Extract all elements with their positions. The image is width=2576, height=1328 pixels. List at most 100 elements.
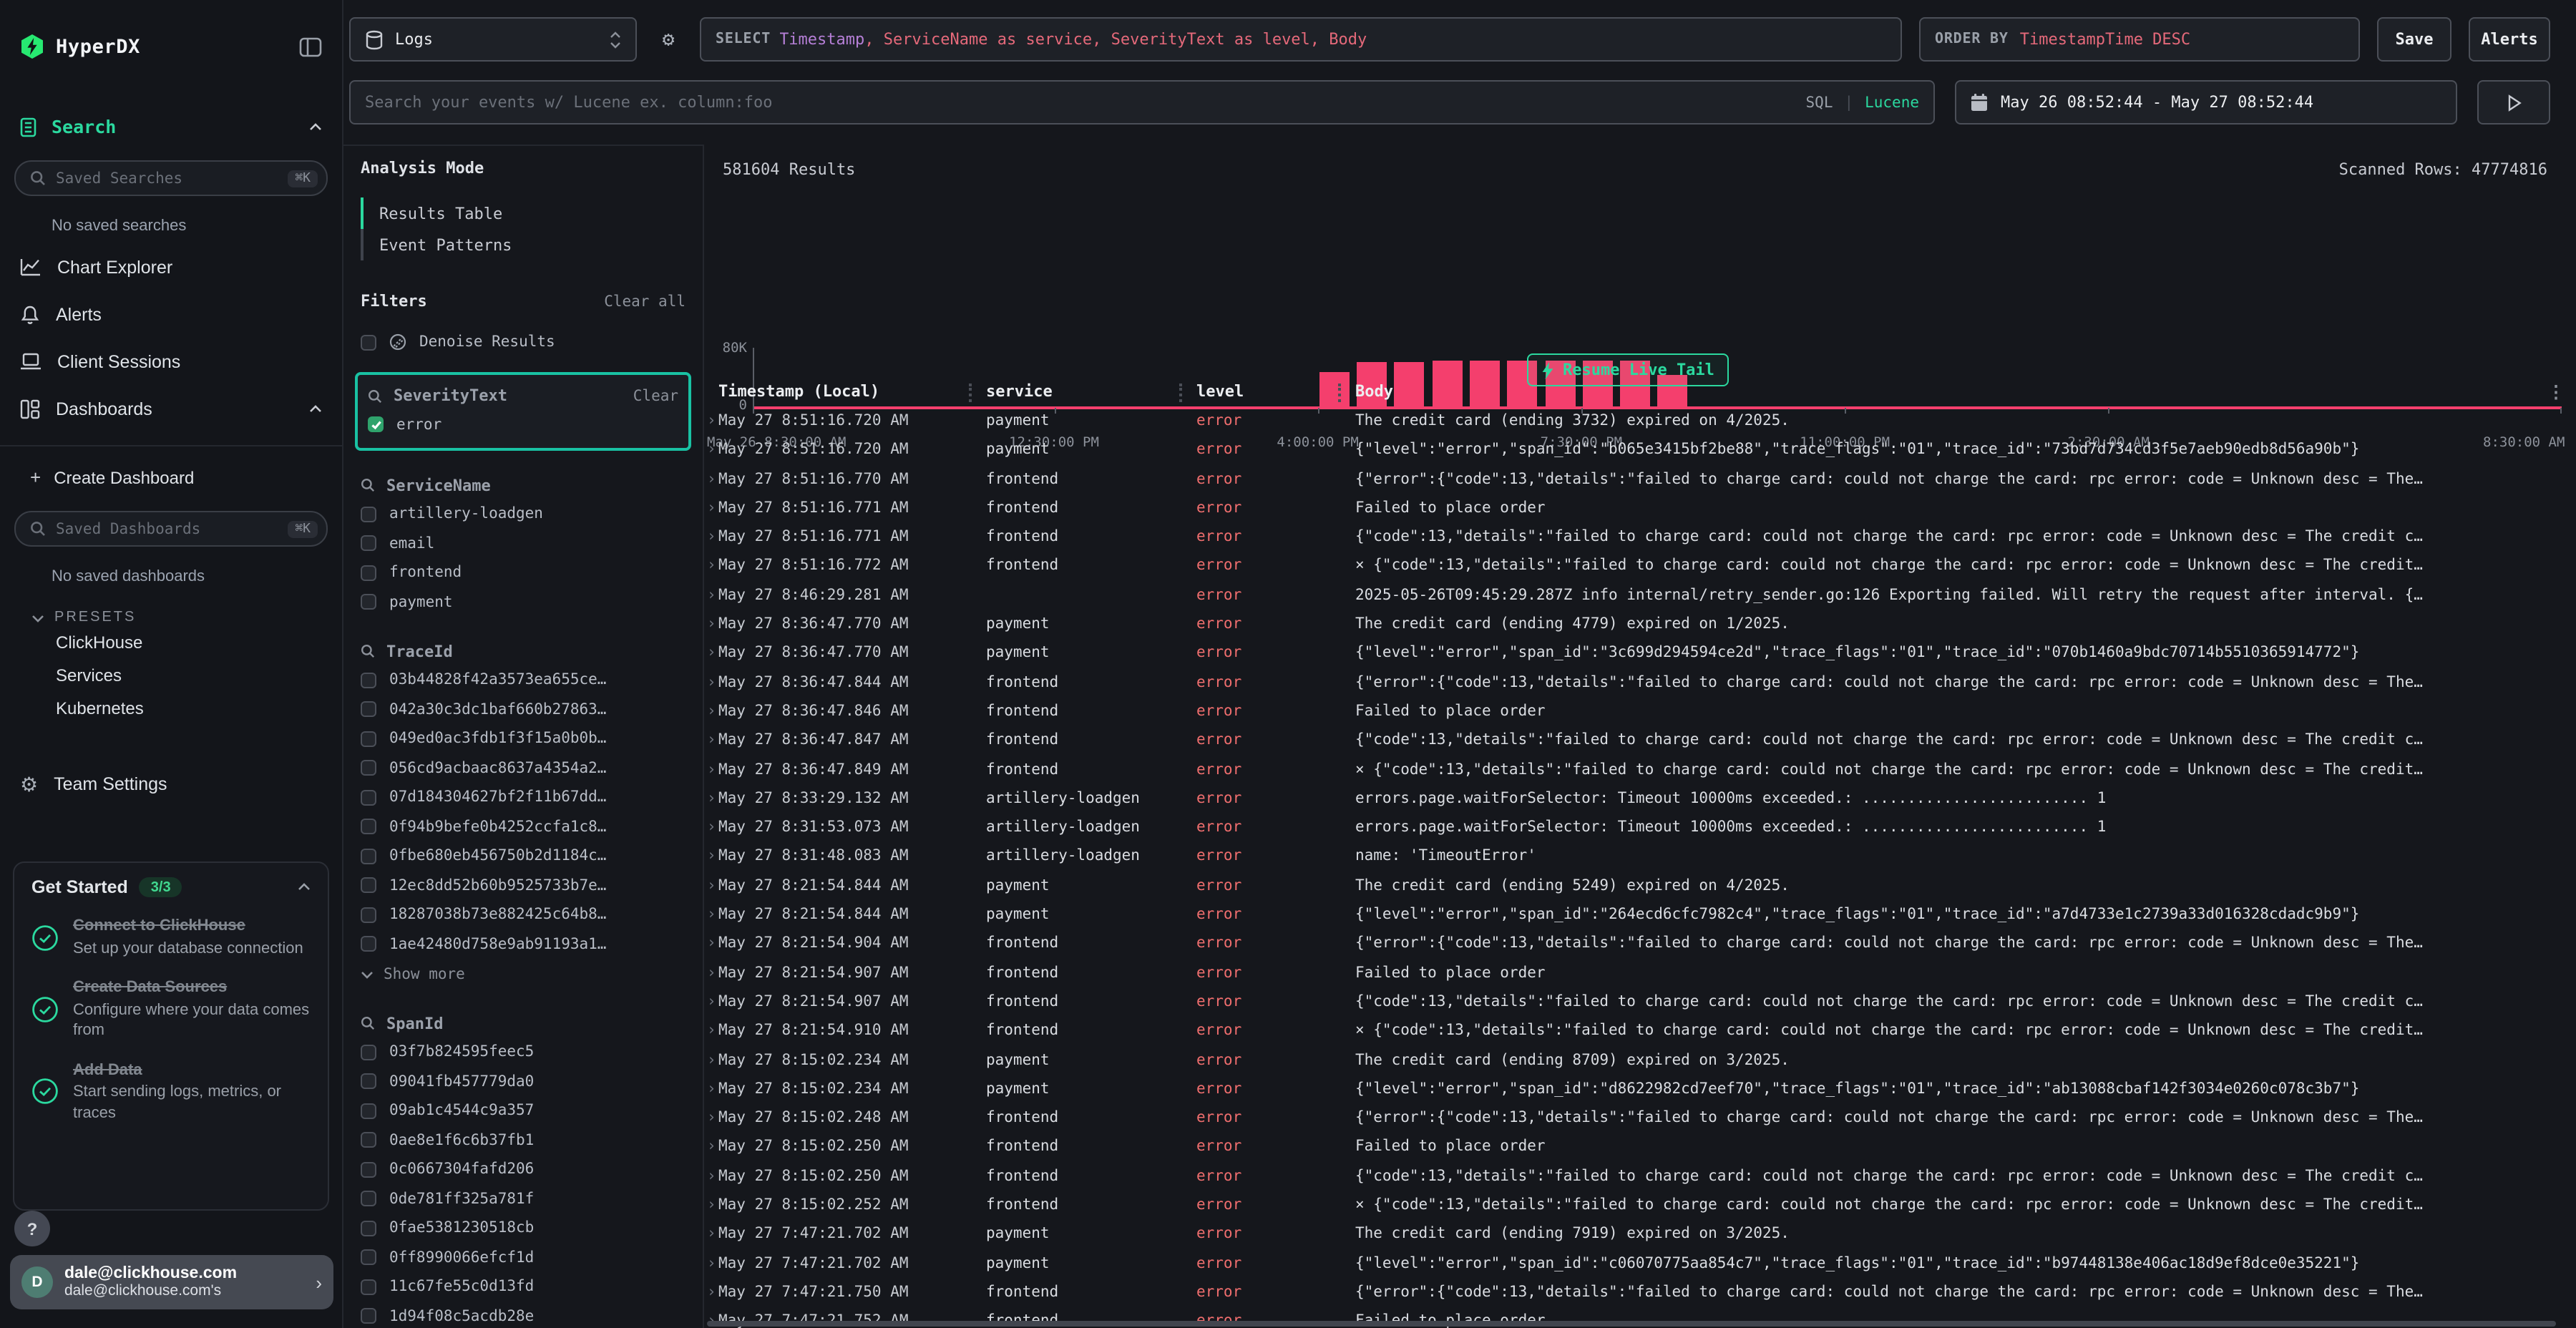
column-resize-handle[interactable] [969,384,972,402]
column-header-service[interactable]: service [986,382,1053,401]
table-row[interactable]: ›May 27 8:21:54.907 AMfrontenderror{"cod… [704,987,2576,1017]
table-row[interactable]: ›May 27 8:33:29.132 AMartillery-loadgene… [704,784,2576,814]
table-row[interactable]: ›May 27 8:21:54.844 AMpaymenterrorThe cr… [704,872,2576,901]
saved-dashboards-input[interactable]: Saved Dashboards ⌘K [14,511,328,547]
filter-option[interactable]: email [361,529,686,558]
table-row[interactable]: ›May 27 7:47:21.702 AMpaymenterror{"leve… [704,1249,2576,1278]
table-row[interactable]: ›May 27 8:51:16.771 AMfrontenderror{"cod… [704,522,2576,552]
user-menu[interactable]: D dale@clickhouse.com dale@clickhouse.co… [10,1255,333,1309]
table-row[interactable]: ›May 27 8:51:16.720 AMpaymenterrorThe cr… [704,406,2576,436]
filter-option[interactable]: 056cd9acbaac8637a4354a2… [361,753,686,783]
column-resize-handle[interactable] [1179,384,1182,402]
get-started-step[interactable]: Create Data Sources Configure where your… [31,977,311,1041]
filter-option[interactable]: 12ec8dd52b60b9525733b7e… [361,871,686,900]
order-by-input[interactable]: ORDER BY TimestampTime DESC [1919,17,2360,62]
filter-option[interactable]: 07d184304627bf2f11b67dd… [361,783,686,812]
help-button[interactable]: ? [14,1211,50,1246]
column-header-body[interactable]: Body [1355,382,1393,401]
filter-option[interactable]: 0ae8e1f6c6b37fb1 [361,1126,686,1155]
table-row[interactable]: ›May 27 8:31:48.083 AMartillery-loadgene… [704,842,2576,872]
sidebar-item-kubernetes[interactable]: Kubernetes [0,691,342,724]
filter-option[interactable]: 0ff8990066efcf1d [361,1243,686,1272]
sidebar-item-dashboards[interactable]: Dashboards [0,385,342,432]
filter-option[interactable]: 1ae42480d758e9ab91193a1… [361,929,686,959]
lang-toggle-sql[interactable]: SQL [1806,94,1833,111]
filter-option[interactable]: 1d94f08c5acdb28e [361,1302,686,1328]
run-query-button[interactable] [2477,80,2550,125]
source-settings-button[interactable]: ⚙ [654,29,683,49]
table-row[interactable]: ›May 27 8:36:47.770 AMpaymenterrorThe cr… [704,610,2576,639]
sidebar-item-team-settings[interactable]: ⚙ Team Settings [0,767,342,801]
filter-option-error[interactable]: error [368,410,678,439]
saved-searches-input[interactable]: Saved Searches ⌘K [14,160,328,196]
lang-toggle-lucene[interactable]: Lucene [1865,94,1919,111]
table-row[interactable]: ›May 27 7:47:21.702 AMpaymenterrorThe cr… [704,1220,2576,1249]
get-started-step[interactable]: Add Data Start sending logs, metrics, or… [31,1060,311,1123]
get-started-step[interactable]: Connect to ClickHouse Set up your databa… [31,916,311,959]
source-select[interactable]: Logs [349,17,637,62]
table-row[interactable]: ›May 27 8:36:47.846 AMfrontenderrorFaile… [704,697,2576,726]
denoise-results-checkbox[interactable]: Denoise Results [361,328,686,357]
filter-option[interactable]: 09041fb457779da0 [361,1067,686,1096]
horizontal-scrollbar[interactable] [707,1321,2556,1327]
column-header-level[interactable]: level [1196,382,1244,401]
tab-results-table[interactable]: Results Table [361,197,686,229]
table-row[interactable]: ›May 27 8:15:02.234 AMpaymenterror{"leve… [704,1075,2576,1104]
table-row[interactable]: ›May 27 8:15:02.234 AMpaymenterrorThe cr… [704,1045,2576,1075]
sidebar-item-clickhouse[interactable]: ClickHouse [0,625,342,658]
filter-option[interactable]: 18287038b73e882425c64b8… [361,900,686,929]
filter-option[interactable]: 03f7b824595feec5 [361,1038,686,1067]
table-row[interactable]: ›May 27 8:21:54.907 AMfrontenderrorFaile… [704,958,2576,987]
show-more-button[interactable]: Show more [361,960,686,989]
column-header-timestamp[interactable]: Timestamp (Local) [718,382,879,401]
table-row[interactable]: ›May 27 8:21:54.904 AMfrontenderror{"err… [704,929,2576,959]
table-row[interactable]: ›May 27 8:46:29.281 AMerror2025-05-26T09… [704,581,2576,610]
lucene-search-input[interactable]: Search your events w/ Lucene ex. column:… [349,80,1935,125]
filter-option[interactable]: 042a30c3dc1baf660b27863… [361,695,686,724]
sidebar-item-chart-explorer[interactable]: Chart Explorer [0,243,342,290]
table-row[interactable]: ›May 27 8:36:47.770 AMpaymenterror{"leve… [704,639,2576,668]
filter-option[interactable]: 0de781ff325a781f [361,1184,686,1214]
table-row[interactable]: ›May 27 8:51:16.720 AMpaymenterror{"leve… [704,436,2576,465]
filter-option[interactable]: 0c0667304fafd206 [361,1155,686,1184]
table-row[interactable]: ›May 27 8:15:02.252 AMfrontenderror× {"c… [704,1191,2576,1220]
table-row[interactable]: ›May 27 8:15:02.250 AMfrontenderror{"cod… [704,1161,2576,1191]
filter-option[interactable]: payment [361,587,686,617]
filter-option[interactable]: 11c67fe55c0d13fd [361,1272,686,1302]
column-resize-handle[interactable] [1338,384,1341,402]
table-row[interactable]: ›May 27 8:36:47.844 AMfrontenderror{"err… [704,668,2576,697]
table-row[interactable]: ›May 27 7:47:21.750 AMfrontenderror{"err… [704,1278,2576,1307]
sidebar-item-search[interactable]: Search [0,116,342,137]
save-button[interactable]: Save [2377,17,2451,62]
table-row[interactable]: ›May 27 8:36:47.847 AMfrontenderror{"cod… [704,726,2576,756]
table-row[interactable]: ›May 27 8:51:16.772 AMfrontenderror× {"c… [704,552,2576,581]
filter-option[interactable]: artillery-loadgen [361,499,686,529]
chevron-up-icon[interactable] [298,883,311,892]
alerts-button[interactable]: Alerts [2469,17,2550,62]
sidebar-item-alerts[interactable]: Alerts [0,290,342,338]
create-dashboard-button[interactable]: + Create Dashboard [0,467,342,488]
sidebar-item-client-sessions[interactable]: Client Sessions [0,338,342,385]
table-row[interactable]: ›May 27 8:36:47.849 AMfrontenderror× {"c… [704,755,2576,784]
filter-option[interactable]: 049ed0ac3fdb1f3f15a0b0b… [361,724,686,753]
filter-option[interactable]: 0fae5381230518cb [361,1214,686,1243]
table-row[interactable]: ›May 27 8:51:16.770 AMfrontenderror{"err… [704,464,2576,494]
time-range-picker[interactable]: May 26 08:52:44 - May 27 08:52:44 [1955,80,2457,125]
table-options-icon[interactable]: ⋮ [2547,382,2565,402]
filter-option[interactable]: 03b44828f42a3573ea655ce… [361,665,686,695]
collapse-sidebar-icon[interactable] [299,36,322,57]
table-row[interactable]: ›May 27 8:31:53.073 AMartillery-loadgene… [704,813,2576,842]
filter-option[interactable]: 0fbe680eb456750b2d1184c… [361,841,686,871]
sql-select-input[interactable]: SELECT Timestamp, ServiceName as service… [700,17,1902,62]
clear-all-button[interactable]: Clear all [604,293,686,310]
presets-toggle[interactable]: PRESETS [31,610,342,625]
filter-option[interactable]: frontend [361,558,686,587]
table-row[interactable]: ›May 27 8:21:54.910 AMfrontenderror× {"c… [704,1016,2576,1045]
table-row[interactable]: ›May 27 8:15:02.248 AMfrontenderror{"err… [704,1103,2576,1133]
tab-event-patterns[interactable]: Event Patterns [361,229,686,260]
table-row[interactable]: ›May 27 8:51:16.771 AMfrontenderrorFaile… [704,494,2576,523]
sidebar-item-services[interactable]: Services [0,658,342,691]
filter-option[interactable]: 09ab1c4544c9a357 [361,1096,686,1126]
filter-option[interactable]: 0f94b9befe0b4252ccfa1c8… [361,812,686,841]
table-row[interactable]: ›May 27 8:15:02.250 AMfrontenderrorFaile… [704,1133,2576,1162]
